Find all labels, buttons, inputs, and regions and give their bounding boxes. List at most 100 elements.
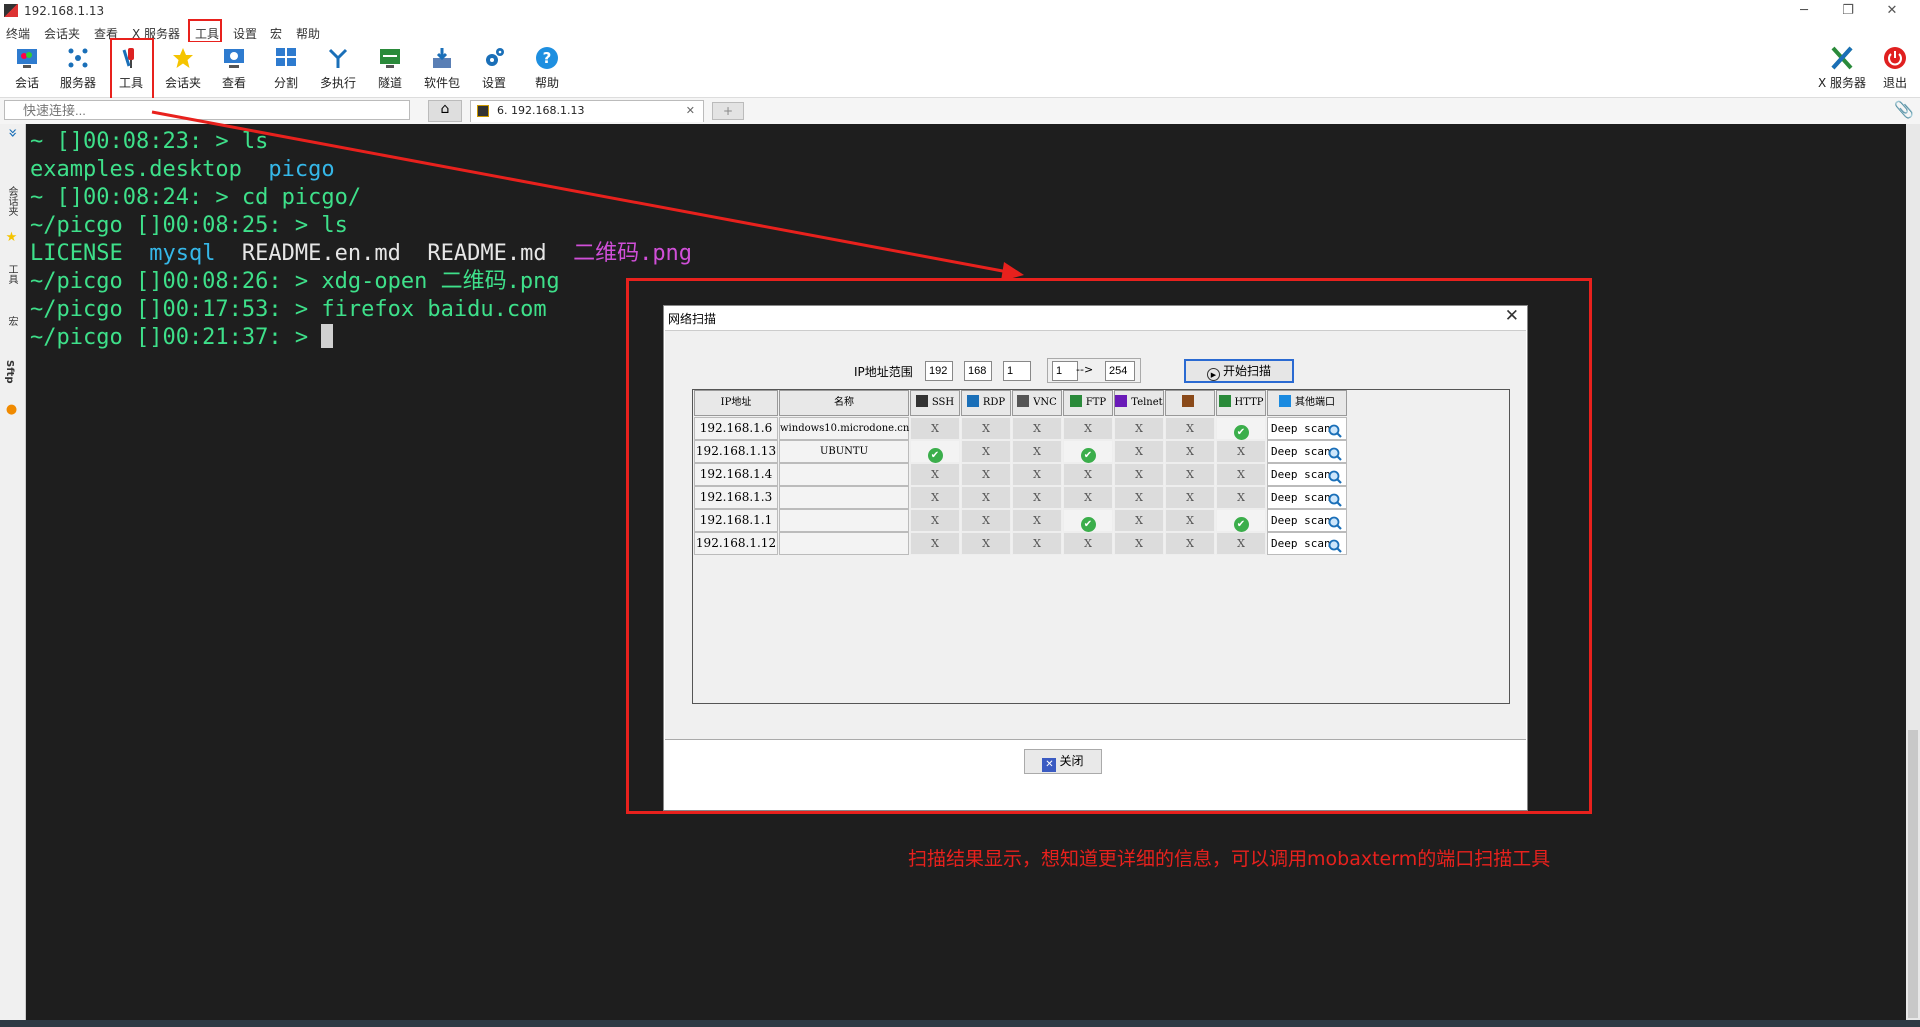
column-header-label: Telnet	[1131, 397, 1163, 408]
column-header-label: 其他端口	[1295, 397, 1335, 408]
close-button-label: 关闭	[1059, 754, 1084, 768]
column-header[interactable]: SSH	[910, 390, 960, 416]
dialog-title: 网络扫描	[668, 312, 717, 326]
scan-results-table: IP地址 名称 SSH RDP VNC FTP TelnetRlogin HTTP 其他端口 19…	[692, 389, 1510, 704]
port-status-cell: X	[1012, 486, 1062, 509]
protocol-icon	[915, 395, 928, 407]
column-header[interactable]: HTTP	[1216, 390, 1266, 416]
deep-scan-cell[interactable]: Deep scan	[1267, 532, 1347, 555]
port-status-cell: X	[1216, 486, 1266, 509]
port-status-cell: X	[1165, 486, 1215, 509]
ip-octet-3[interactable]	[1003, 361, 1031, 381]
column-header-label: 名称	[834, 397, 854, 408]
start-scan-label: 开始扫描	[1222, 364, 1271, 378]
port-status-cell: X	[1165, 463, 1215, 486]
port-status-cell: X	[1114, 509, 1164, 532]
deep-scan-label: Deep scan	[1271, 491, 1331, 504]
protocol-icon	[1017, 395, 1030, 407]
port-status-cell: X	[910, 463, 960, 486]
search-icon[interactable]	[1328, 447, 1342, 461]
port-status-cell: X	[1114, 532, 1164, 555]
deep-scan-label: Deep scan	[1271, 537, 1331, 550]
port-status-cell: X	[910, 532, 960, 555]
name-cell	[779, 532, 909, 555]
deep-scan-cell[interactable]: Deep scan	[1267, 417, 1347, 440]
deep-scan-cell[interactable]: Deep scan	[1267, 486, 1347, 509]
range-end-input[interactable]	[1105, 361, 1135, 381]
port-status-cell: X	[1063, 463, 1113, 486]
start-scan-button[interactable]: ▶ 开始扫描	[1184, 359, 1294, 383]
port-status-cell: X	[961, 417, 1011, 440]
deep-scan-cell[interactable]: Deep scan	[1267, 463, 1347, 486]
search-icon[interactable]	[1328, 424, 1342, 438]
column-header[interactable]: FTP	[1063, 390, 1113, 416]
range-start-input[interactable]	[1052, 361, 1078, 381]
column-header[interactable]: 其他端口	[1267, 390, 1347, 416]
port-status-cell: X	[1012, 532, 1062, 555]
check-icon: ✔	[1080, 517, 1096, 532]
dialog-body: IP地址范围 --> ▶开始扫描 IP地址 名称 SSH RDP VNC FTP Telne…	[665, 330, 1526, 740]
port-status-cell: X	[961, 486, 1011, 509]
column-header[interactable]: Rlogin	[1165, 390, 1215, 432]
name-cell	[779, 509, 909, 532]
ip-range-label: IP地址范围	[854, 365, 913, 379]
port-status-cell: X	[1114, 463, 1164, 486]
port-status-cell: X	[1165, 532, 1215, 555]
port-status-cell: X	[910, 509, 960, 532]
column-header[interactable]: RDP	[961, 390, 1011, 416]
play-icon: ▶	[1206, 368, 1220, 381]
ip-cell: 192.168.1.13	[694, 440, 778, 463]
column-header-label: FTP	[1085, 397, 1107, 408]
check-icon: ✔	[927, 448, 943, 463]
port-status-cell: X	[910, 417, 960, 440]
check-icon: ✔	[1233, 425, 1249, 440]
ip-cell: 192.168.1.3	[694, 486, 778, 509]
port-status-cell: X	[1012, 440, 1062, 463]
close-button[interactable]: ✕ 关闭	[1024, 749, 1102, 774]
port-status-cell: X	[1216, 532, 1266, 555]
deep-scan-cell[interactable]: Deep scan	[1267, 440, 1347, 463]
column-header-label: HTTP	[1234, 397, 1264, 408]
ip-octet-1[interactable]	[925, 361, 953, 381]
protocol-icon	[1279, 395, 1291, 407]
port-status-cell: X	[961, 463, 1011, 486]
column-header[interactable]: 名称	[779, 390, 909, 416]
port-status-cell: ✔	[910, 440, 960, 463]
port-status-cell: ✔	[1063, 440, 1113, 463]
column-header[interactable]: IP地址	[694, 390, 778, 416]
protocol-icon	[1182, 395, 1194, 407]
column-header[interactable]: VNC	[1012, 390, 1062, 416]
port-status-cell: X	[1063, 417, 1113, 440]
ip-cell: 192.168.1.1	[694, 509, 778, 532]
protocol-icon	[1115, 395, 1128, 407]
port-status-cell: X	[1063, 486, 1113, 509]
deep-scan-cell[interactable]: Deep scan	[1267, 509, 1347, 532]
ip-cell: 192.168.1.6	[694, 417, 778, 440]
search-icon[interactable]	[1328, 516, 1342, 530]
port-status-cell: ✔	[1063, 509, 1113, 532]
search-icon[interactable]	[1328, 539, 1342, 553]
deep-scan-label: Deep scan	[1271, 445, 1331, 458]
column-header-label: RDP	[982, 397, 1006, 408]
protocol-icon	[966, 395, 979, 407]
column-header-label: SSH	[931, 397, 955, 408]
dialog-close-icon[interactable]: ✕	[1505, 306, 1519, 326]
ip-octet-2[interactable]	[964, 361, 992, 381]
port-status-cell: ✔	[1216, 509, 1266, 532]
port-status-cell: X	[961, 532, 1011, 555]
column-header-label: VNC	[1033, 397, 1057, 408]
port-status-cell: X	[1012, 417, 1062, 440]
port-status-cell: X	[1063, 532, 1113, 555]
protocol-icon	[1218, 395, 1231, 407]
search-icon[interactable]	[1328, 493, 1342, 507]
search-icon[interactable]	[1328, 470, 1342, 484]
column-header-label: IP地址	[720, 397, 752, 408]
column-header[interactable]: Telnet	[1114, 390, 1164, 416]
ip-cell: 192.168.1.4	[694, 463, 778, 486]
check-icon: ✔	[1233, 517, 1249, 532]
port-status-cell: X	[1216, 440, 1266, 463]
ip-cell: 192.168.1.12	[694, 532, 778, 555]
check-icon: ✔	[1080, 448, 1096, 463]
port-status-cell: X	[1165, 509, 1215, 532]
port-status-cell: X	[961, 509, 1011, 532]
